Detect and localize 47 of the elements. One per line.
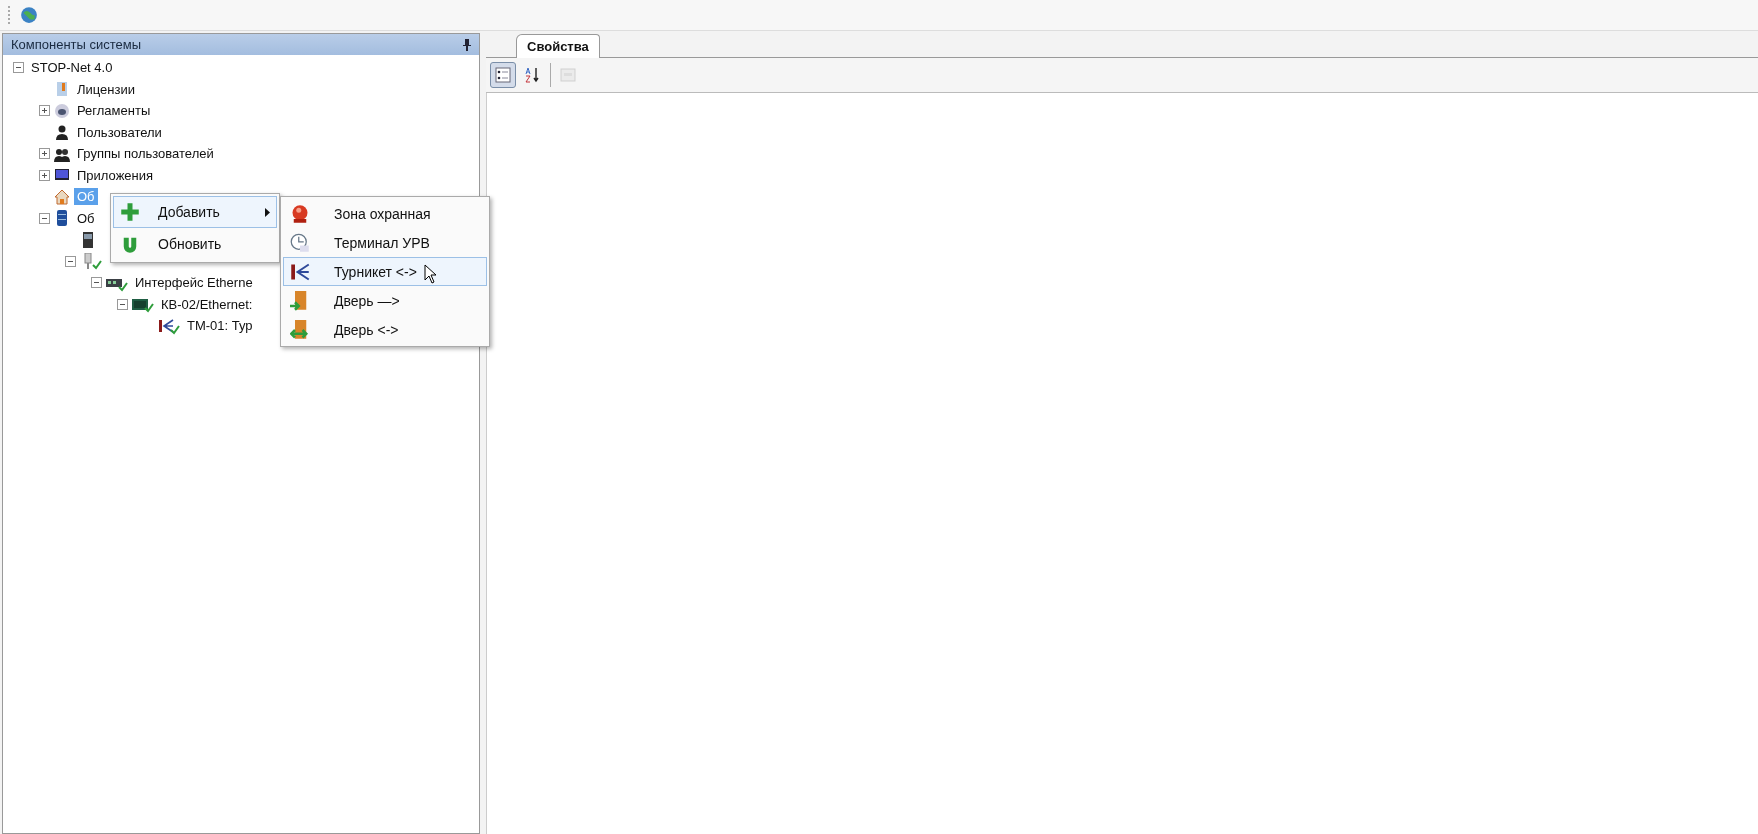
- tree-item[interactable]: КВ-02/Ethernet:: [158, 295, 256, 313]
- expand-icon[interactable]: [39, 148, 50, 160]
- rack-icon: [80, 231, 96, 248]
- add-icon: [120, 202, 140, 222]
- door2-icon: [290, 319, 310, 340]
- tree-item[interactable]: Лицензии: [74, 80, 138, 98]
- menu-item[interactable]: Обновить: [113, 228, 277, 260]
- collapse-icon[interactable]: [91, 277, 102, 289]
- tree-item[interactable]: Интерфейс Etherne: [132, 274, 256, 292]
- controller-icon: [132, 296, 148, 313]
- menu-item[interactable]: Турникет <->: [283, 257, 487, 286]
- user-icon: [54, 124, 70, 141]
- tree-item[interactable]: STOP-Net 4.0: [28, 59, 116, 77]
- pages-icon: [560, 67, 576, 83]
- tree-item[interactable]: Регламенты: [74, 102, 154, 120]
- turnstile-icon: [290, 261, 310, 282]
- schedule-icon: [54, 102, 70, 119]
- tree-item[interactable]: Приложения: [74, 166, 157, 184]
- tree-item[interactable]: ТМ-01: Тур: [184, 317, 256, 335]
- home-icon: [54, 188, 70, 205]
- collapse-icon[interactable]: [65, 255, 76, 267]
- menu-item[interactable]: Дверь <->: [283, 315, 487, 344]
- tree-item[interactable]: Группы пользователей: [74, 145, 217, 163]
- alphabetical-icon: [525, 67, 541, 83]
- collapse-icon[interactable]: [117, 298, 128, 310]
- cursor-icon: [424, 264, 438, 284]
- turnstile-icon: [158, 317, 174, 334]
- menu-item[interactable]: Терминал УРВ: [283, 228, 487, 257]
- alarm-icon: [290, 203, 310, 224]
- license-icon: [54, 81, 70, 98]
- menu-item[interactable]: Добавить: [113, 196, 277, 228]
- properties-tab[interactable]: Свойства: [516, 34, 600, 58]
- categorized-icon: [495, 67, 511, 83]
- menu-item[interactable]: Дверь —>: [283, 286, 487, 315]
- menu-item[interactable]: Зона охранная: [283, 199, 487, 228]
- tree-item[interactable]: Пользователи: [74, 123, 165, 141]
- collapse-icon[interactable]: [39, 212, 50, 224]
- collapse-icon[interactable]: [13, 62, 24, 74]
- pin-icon[interactable]: [463, 38, 471, 51]
- expand-icon[interactable]: [39, 169, 50, 181]
- panel-title: Компоненты системы: [11, 37, 142, 52]
- terminal-icon: [290, 232, 310, 253]
- expand-icon[interactable]: [39, 105, 50, 117]
- tree-item[interactable]: Об: [74, 209, 98, 227]
- globe-icon: [20, 6, 38, 24]
- server-icon: [54, 210, 70, 227]
- categorized-button[interactable]: [490, 62, 516, 88]
